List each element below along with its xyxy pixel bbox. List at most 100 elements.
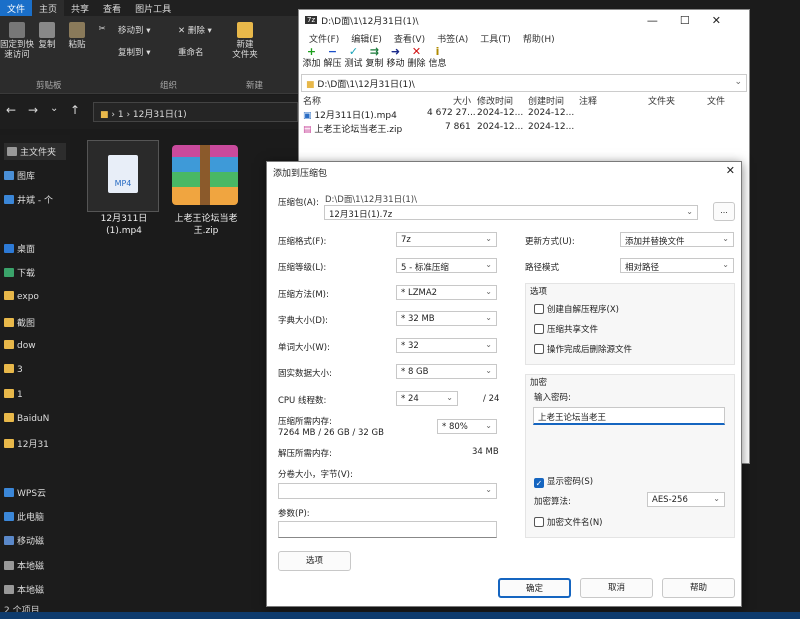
archive-name-field[interactable]: 12月31日(1).7z ⌄	[324, 205, 698, 220]
browse-button[interactable]: ...	[713, 202, 735, 221]
copy-button[interactable]: 复制	[34, 22, 60, 50]
word-select[interactable]: * 32 ⌄	[396, 338, 497, 353]
enc-method-select[interactable]: AES-256 ⌄	[647, 492, 725, 507]
copy-label: 复制	[38, 40, 56, 50]
move-to-button[interactable]: 移动到 ▾	[118, 26, 150, 36]
move-button[interactable]: ➜ 移动	[385, 46, 406, 74]
add-button[interactable]: + 添加	[301, 46, 322, 74]
method-value: * LZMA2	[401, 288, 438, 298]
table-row[interactable]: ▣ 12月311日(1).mp4 4 672 27... 2024-12... …	[299, 108, 749, 122]
menu-view[interactable]: 查看(V)	[388, 30, 431, 46]
split-select[interactable]: ⌄	[278, 483, 497, 499]
nav-item-this-pc[interactable]: 此电脑	[4, 510, 44, 523]
format-select[interactable]: 7z ⌄	[396, 232, 497, 247]
level-select[interactable]: 5 - 标准压缩 ⌄	[396, 258, 497, 273]
nav-item-folder[interactable]: 12月31	[4, 437, 49, 450]
help-button[interactable]: 帮助	[662, 578, 735, 598]
copy-icon: ⇉	[369, 45, 380, 58]
show-password-checkbox[interactable]: ✓ 显示密码(S)	[534, 475, 593, 488]
info-button[interactable]: i 信息	[427, 46, 448, 74]
col-name[interactable]: 名称	[303, 94, 321, 107]
menu-bookmarks[interactable]: 书签(A)	[431, 30, 474, 46]
col-size[interactable]: 大小	[453, 94, 471, 107]
up-icon[interactable]: ↑	[70, 103, 80, 117]
nav-item-folder[interactable]: 1	[4, 389, 23, 400]
cancel-button[interactable]: 取消	[580, 578, 653, 598]
update-select[interactable]: 添加并替换文件 ⌄	[620, 232, 734, 247]
file-name[interactable]: 上老王论坛当老 王.zip	[166, 214, 246, 237]
delete-button[interactable]: ✕ 删除 ▾	[178, 26, 212, 36]
nav-item-gallery[interactable]: 图库	[4, 169, 35, 182]
menu-file[interactable]: 文件(F)	[303, 30, 345, 46]
rename-button[interactable]: 重命名	[178, 48, 204, 58]
ok-button[interactable]: 确定	[498, 578, 571, 598]
params-input[interactable]	[278, 521, 497, 538]
delete-after-checkbox[interactable]: 操作完成后删除源文件	[534, 343, 632, 355]
solid-select[interactable]: * 8 GB ⌄	[396, 364, 497, 379]
demem-label: 解压所需内存:	[278, 449, 332, 459]
col-created[interactable]: 创建时间	[528, 94, 564, 107]
recent-icon[interactable]: ⌄	[50, 103, 58, 114]
chevron-down-icon[interactable]: ⌄	[734, 77, 742, 87]
copy-button[interactable]: ⇉ 复制	[364, 46, 385, 74]
nav-item-downloads[interactable]: 下载	[4, 266, 35, 279]
threads-select[interactable]: * 24 ⌄	[396, 391, 458, 406]
nav-item-folder[interactable]: BaiduN	[4, 413, 49, 424]
pin-button[interactable]: 固定到快 速访问	[0, 22, 34, 60]
tab-view[interactable]: 查看	[96, 0, 128, 16]
tab-picture-tools[interactable]: 图片工具	[128, 0, 178, 16]
copy-to-button[interactable]: 复制到 ▾	[118, 48, 150, 58]
cut-icon[interactable]: ✂	[95, 24, 109, 34]
menu-tools[interactable]: 工具(T)	[474, 30, 517, 46]
nav-item-wps[interactable]: WPS云	[4, 486, 46, 499]
pin-label: 固定到快 速访问	[0, 40, 35, 61]
mem-percent-select[interactable]: * 80% ⌄	[437, 419, 497, 434]
extract-button[interactable]: − 解压	[322, 46, 343, 74]
nav-item-folder[interactable]: 截图	[4, 316, 35, 329]
table-row[interactable]: ▤ 上老王论坛当老王.zip 7 861 2024-12... 2024-12.…	[299, 122, 749, 136]
nav-item-drive[interactable]: 本地磁	[4, 583, 44, 596]
window-controls[interactable]: —☐✕	[647, 14, 743, 27]
test-button[interactable]: ✓ 测试	[343, 46, 364, 74]
nav-item-folder[interactable]: 3	[4, 364, 23, 375]
nav-item-home[interactable]: 主文件夹	[4, 143, 66, 160]
sfx-checkbox[interactable]: 创建自解压程序(X)	[534, 303, 619, 315]
nav-item-drive[interactable]: 本地磁	[4, 559, 44, 572]
back-icon[interactable]: ←	[6, 103, 16, 117]
nav-item-drive[interactable]: 移动磁	[4, 534, 44, 547]
options-button[interactable]: 选项	[278, 551, 351, 571]
encrypt-names-checkbox[interactable]: 加密文件名(N)	[534, 516, 603, 528]
nav-item-cloud[interactable]: 井斌 - 个	[4, 193, 53, 206]
file-name[interactable]: 12月311日 (1).mp4	[82, 214, 166, 237]
fm-title-bar: 7z D:\D面\1\12月31日(1)\ —☐✕	[299, 10, 749, 30]
forward-icon[interactable]: →	[28, 103, 38, 117]
nav-item-folder[interactable]: expo	[4, 291, 39, 302]
menu-help[interactable]: 帮助(H)	[517, 30, 561, 46]
folder-icon	[4, 413, 14, 422]
paste-button[interactable]: 粘贴	[64, 22, 90, 50]
nav-item-desktop[interactable]: 桌面	[4, 242, 35, 255]
delete-button[interactable]: ✕ 删除	[406, 46, 427, 74]
password-input[interactable]: 上老王论坛当老王	[533, 407, 725, 425]
dict-select[interactable]: * 32 MB ⌄	[396, 311, 497, 326]
col-modified[interactable]: 修改时间	[477, 94, 513, 107]
explorer-address-bar[interactable]: ■ › 1 › 12月31日(1)	[93, 102, 298, 122]
pathmode-select[interactable]: 相对路径 ⌄	[620, 258, 734, 273]
tab-file[interactable]: 文件	[0, 0, 33, 16]
nav-item-folder[interactable]: dow	[4, 340, 36, 351]
pin-icon	[9, 22, 25, 38]
shared-checkbox[interactable]: 压缩共享文件	[534, 323, 598, 335]
tab-share[interactable]: 共享	[64, 0, 96, 16]
chevron-down-icon: ⌄	[485, 234, 492, 243]
new-folder-button[interactable]: 新建 文件夹	[228, 22, 262, 60]
col-comment[interactable]: 注释	[579, 94, 597, 107]
col-folders[interactable]: 文件夹	[648, 94, 675, 107]
close-icon[interactable]: ✕	[726, 164, 735, 177]
fm-path-field[interactable]: ■ D:\D面\1\12月31日(1)\ ⌄	[301, 74, 747, 92]
menu-edit[interactable]: 编辑(E)	[345, 30, 388, 46]
nav-label: 本地磁	[17, 586, 45, 596]
method-select[interactable]: * LZMA2 ⌄	[396, 285, 497, 300]
tab-home[interactable]: 主页	[32, 0, 65, 16]
mem-value: 7264 MB / 26 GB / 32 GB	[278, 428, 384, 438]
col-files[interactable]: 文件	[707, 94, 725, 107]
